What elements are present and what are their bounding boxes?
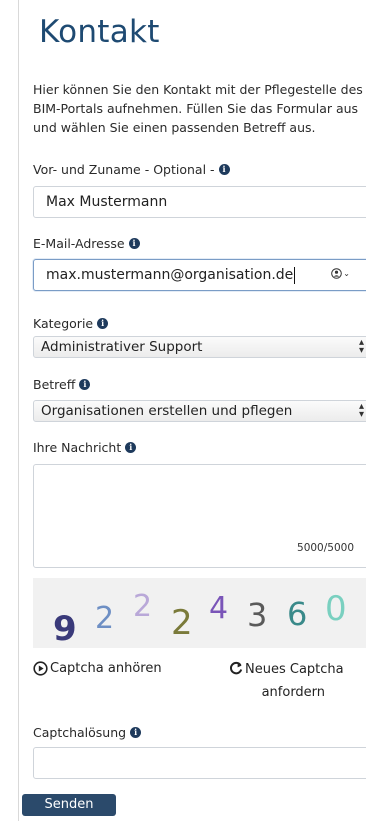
subject-select[interactable]: Organisationen erstellen und pflegen ▴ ▾ — [33, 400, 366, 422]
captcha-digit: 2 — [133, 589, 152, 624]
captcha-digit: 4 — [209, 591, 228, 626]
email-label: E-Mail-Adresse i — [33, 236, 140, 251]
captcha-digit: 3 — [247, 596, 267, 634]
play-circle-icon — [33, 661, 48, 679]
page-title: Kontakt — [39, 14, 160, 50]
info-icon[interactable]: i — [130, 727, 142, 738]
name-label: Vor- und Zuname - Optional - i — [33, 162, 230, 177]
category-select[interactable]: Administrativer Support ▴ ▾ — [33, 336, 366, 358]
subject-label: Betreff i — [33, 377, 91, 392]
contact-panel: Kontakt Hier können Sie den Kontakt mit … — [18, 0, 366, 821]
captcha-audio-button[interactable]: Captcha anhören — [33, 661, 162, 679]
password-manager-icon[interactable]: ⌄ — [331, 268, 350, 279]
name-input[interactable]: Max Mustermann — [33, 186, 366, 218]
info-icon[interactable]: i — [128, 238, 140, 249]
select-arrows-icon: ▴ ▾ — [358, 337, 364, 356]
captcha-digit: 6 — [287, 595, 307, 633]
captcha-digit: 9 — [53, 609, 77, 648]
submit-button[interactable]: Senden — [22, 794, 116, 816]
text-caret — [294, 266, 296, 284]
message-textarea[interactable]: 5000/5000 — [33, 464, 366, 568]
info-icon[interactable]: i — [218, 164, 230, 175]
info-icon[interactable]: i — [97, 318, 109, 329]
captcha-solution-label: Captchalösung i — [33, 725, 142, 740]
intro-text: Hier können Sie den Kontakt mit der Pfle… — [33, 82, 363, 135]
select-arrows-icon: ▴ ▾ — [358, 401, 364, 420]
captcha-digit: 2 — [95, 601, 114, 636]
category-label: Kategorie i — [33, 316, 109, 331]
message-label: Ihre Nachricht i — [33, 440, 137, 455]
character-counter: 5000/5000 — [297, 542, 354, 554]
email-input[interactable]: max.mustermann@organisation.de ⌄ — [33, 259, 366, 291]
captcha-image: 92224360 — [33, 578, 366, 648]
captcha-refresh-button[interactable]: Neues Captcha anfordern — [229, 661, 344, 700]
captcha-solution-input[interactable] — [33, 747, 366, 779]
captcha-digit: 2 — [171, 603, 193, 643]
info-icon[interactable]: i — [125, 442, 137, 453]
captcha-digit: 0 — [325, 589, 347, 629]
refresh-icon — [229, 661, 243, 678]
info-icon[interactable]: i — [79, 379, 91, 390]
